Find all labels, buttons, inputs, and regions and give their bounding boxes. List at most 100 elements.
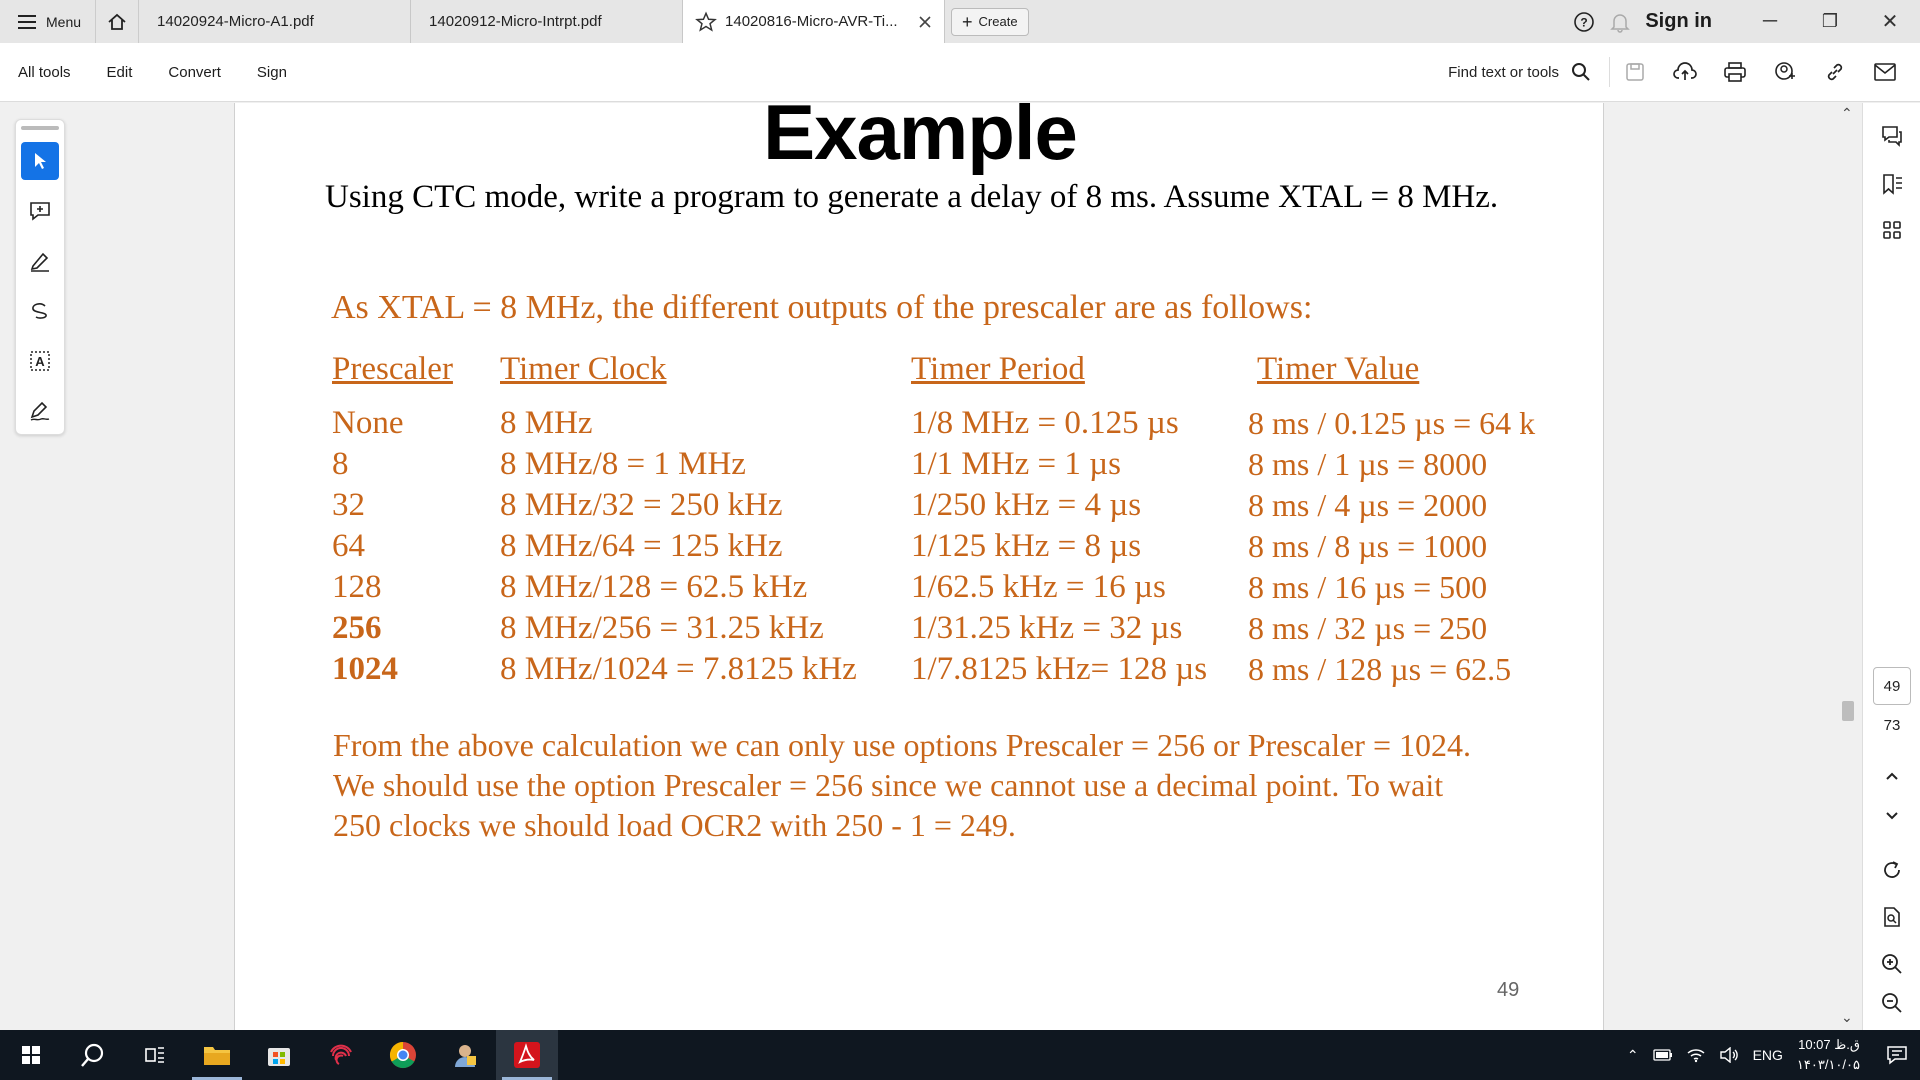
document-properties-button[interactable] bbox=[1875, 900, 1909, 934]
table-cell: 1024 bbox=[332, 651, 398, 687]
sign-tool-button[interactable] bbox=[21, 392, 59, 430]
search-icon bbox=[1572, 63, 1590, 81]
zoom-out-button[interactable] bbox=[1875, 986, 1909, 1020]
battery-icon[interactable] bbox=[1652, 1049, 1673, 1061]
find-text-or-tools[interactable]: Find text or tools bbox=[1448, 57, 1610, 87]
create-label: Create bbox=[978, 14, 1018, 29]
tab-document-2[interactable]: 14020912-Micro-Intrpt.pdf bbox=[411, 0, 684, 43]
zoom-in-button[interactable] bbox=[1875, 947, 1909, 981]
table-cell: 1/1 MHz = 1 µs bbox=[911, 446, 1121, 482]
microsoft-store-app[interactable] bbox=[248, 1030, 310, 1080]
text-box-tool-button[interactable]: A bbox=[21, 342, 59, 380]
current-page-input[interactable]: 49 bbox=[1873, 667, 1911, 705]
email-button[interactable] bbox=[1860, 43, 1910, 102]
start-button[interactable] bbox=[0, 1030, 62, 1080]
taskbar-clock[interactable]: 10:07 ق.ظ ۱۴۰۳/۱۰/۰۵ bbox=[1797, 1035, 1860, 1075]
wifi-icon[interactable] bbox=[1687, 1047, 1705, 1063]
svg-text:?: ? bbox=[1581, 15, 1588, 29]
table-cell: 1/7.8125 kHz= 128 µs bbox=[911, 651, 1208, 687]
scrollbar-thumb[interactable] bbox=[1842, 701, 1854, 721]
drag-handle[interactable] bbox=[21, 126, 59, 130]
plus-icon: + bbox=[962, 11, 973, 32]
menu-edit[interactable]: Edit bbox=[89, 64, 151, 81]
scroll-up-arrow-icon[interactable]: ⌃ bbox=[1841, 105, 1853, 122]
taskbar-search-button[interactable] bbox=[62, 1030, 124, 1080]
text-box-icon: A bbox=[30, 351, 50, 371]
show-hidden-icons-chevron-icon[interactable]: ⌃ bbox=[1627, 1047, 1639, 1064]
table-cell: 8 MHz bbox=[500, 405, 593, 441]
header-timer-value: Timer Value bbox=[1257, 351, 1420, 387]
close-window-button[interactable]: ✕ bbox=[1860, 0, 1920, 43]
comments-button[interactable] bbox=[1875, 119, 1909, 153]
zoom-in-icon bbox=[1882, 954, 1902, 974]
add-comment-button[interactable] bbox=[21, 192, 59, 230]
menu-sign[interactable]: Sign bbox=[239, 64, 305, 81]
highlight-tool-button[interactable] bbox=[21, 242, 59, 280]
folder-icon bbox=[204, 1047, 230, 1065]
menu-label: Menu bbox=[46, 13, 82, 30]
windows-logo-icon bbox=[22, 1046, 40, 1064]
svg-text:A: A bbox=[35, 354, 45, 369]
table-cell: 8 bbox=[332, 446, 349, 482]
notification-bell-icon[interactable] bbox=[1609, 11, 1631, 33]
task-view-button[interactable] bbox=[124, 1030, 186, 1080]
sign-in-button[interactable]: Sign in bbox=[1645, 10, 1712, 33]
menu-button[interactable]: Menu bbox=[0, 0, 95, 43]
scroll-down-arrow-icon[interactable]: ⌄ bbox=[1841, 1009, 1853, 1026]
bookmarks-button[interactable] bbox=[1875, 167, 1909, 201]
tab-document-1[interactable]: 14020924-Micro-A1.pdf bbox=[139, 0, 412, 43]
star-icon[interactable] bbox=[695, 10, 717, 33]
fingerprint-app[interactable] bbox=[310, 1030, 372, 1080]
close-tab-icon[interactable] bbox=[918, 15, 932, 29]
share-user-icon bbox=[1775, 62, 1795, 80]
thumbnails-button[interactable] bbox=[1875, 213, 1909, 247]
chrome-app[interactable] bbox=[372, 1030, 434, 1080]
upload-button[interactable] bbox=[1660, 43, 1710, 102]
minimize-icon: ─ bbox=[1762, 10, 1778, 32]
zoom-out-icon bbox=[1882, 993, 1902, 1013]
table-cell: 8 ms / 1 µs = 8000 bbox=[1248, 446, 1488, 482]
hamburger-icon bbox=[18, 14, 36, 29]
clock-time: 10:07 ق.ظ bbox=[1798, 1037, 1860, 1052]
copy-link-button[interactable] bbox=[1810, 43, 1860, 102]
save-button[interactable] bbox=[1610, 43, 1660, 102]
user-app-icon bbox=[455, 1045, 476, 1067]
notifications-icon[interactable] bbox=[1886, 1045, 1908, 1065]
menu-all-tools[interactable]: All tools bbox=[0, 64, 89, 81]
restore-button[interactable]: ❐ bbox=[1800, 0, 1860, 43]
share-user-button[interactable] bbox=[1760, 43, 1810, 102]
help-icon[interactable]: ? bbox=[1573, 11, 1595, 33]
close-icon: ✕ bbox=[1881, 11, 1899, 33]
user-app[interactable] bbox=[434, 1030, 496, 1080]
vertical-scrollbar[interactable]: ⌃ ⌄ bbox=[1838, 103, 1860, 1030]
previous-page-button[interactable] bbox=[1875, 759, 1909, 793]
home-button[interactable] bbox=[95, 0, 140, 43]
refresh-button[interactable] bbox=[1875, 853, 1909, 887]
tab-label: 14020924-Micro-A1.pdf bbox=[157, 13, 314, 30]
print-button[interactable] bbox=[1710, 43, 1760, 102]
volume-icon[interactable] bbox=[1719, 1047, 1739, 1063]
column-timer-value: 8 ms / 0.125 µs = 64 k 8 ms / 1 µs = 800… bbox=[1248, 403, 1535, 690]
create-button[interactable]: + Create bbox=[951, 7, 1029, 36]
cursor-icon bbox=[35, 153, 46, 169]
chevron-down-icon bbox=[1886, 812, 1898, 820]
draw-tool-button[interactable] bbox=[21, 292, 59, 330]
grid-icon bbox=[1883, 221, 1901, 239]
table-cell: 8 MHz/256 = 31.25 kHz bbox=[500, 610, 824, 646]
tab-document-3-active[interactable]: 14020816-Micro-AVR-Ti... bbox=[683, 0, 946, 43]
next-page-button[interactable] bbox=[1875, 799, 1909, 833]
input-language-indicator[interactable]: ENG bbox=[1753, 1047, 1783, 1063]
menu-convert[interactable]: Convert bbox=[150, 64, 239, 81]
minimize-button[interactable]: ─ bbox=[1740, 0, 1800, 43]
select-tool-button[interactable] bbox=[21, 142, 59, 180]
title-bar: Menu 14020924-Micro-A1.pdf 14020912-Micr… bbox=[0, 0, 1920, 43]
problem-statement: Using CTC mode, write a program to gener… bbox=[325, 179, 1499, 215]
table-cell: 1/31.25 kHz = 32 µs bbox=[911, 610, 1183, 646]
pdf-page: Example Using CTC mode, write a program … bbox=[234, 103, 1604, 1030]
freehand-icon bbox=[32, 303, 47, 319]
table-cell: 1/8 MHz = 0.125 µs bbox=[911, 405, 1179, 441]
main-toolbar: All tools Edit Convert Sign Find text or… bbox=[0, 43, 1920, 102]
file-explorer-app[interactable] bbox=[186, 1030, 248, 1080]
acrobat-app[interactable] bbox=[496, 1030, 558, 1080]
cloud-upload-icon bbox=[1673, 62, 1697, 80]
